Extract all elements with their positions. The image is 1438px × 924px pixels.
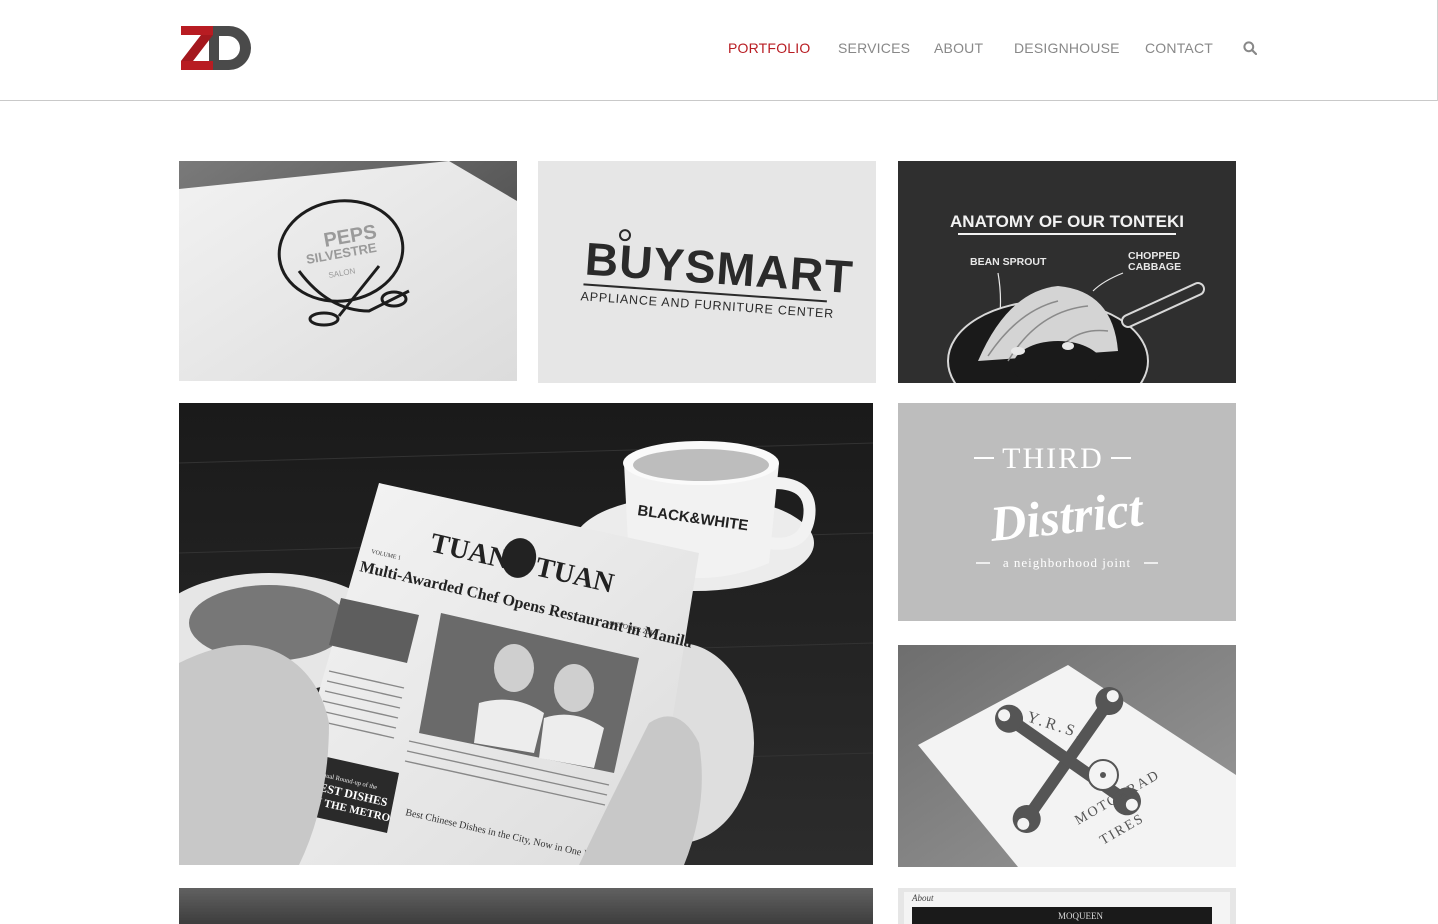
nav-designhouse[interactable]: DESIGNHOUSE: [1014, 38, 1120, 58]
third-district-image: THIRD District a neighborhood joint: [898, 403, 1236, 621]
site-header: PORTFOLIO SERVICES ABOUT DESIGNHOUSE CON…: [0, 0, 1438, 101]
portfolio-tile-yrs-motorrad[interactable]: Y.R.S. MOTORRAD TIRES: [898, 645, 1236, 867]
nav-contact[interactable]: CONTACT: [1145, 38, 1213, 58]
nav-portfolio[interactable]: PORTFOLIO: [728, 38, 810, 58]
nav-services[interactable]: SERVICES: [838, 38, 910, 58]
portfolio-tile-tonteki[interactable]: ANATOMY OF OUR TONTEKI BEAN SPROUT CHOPP…: [898, 161, 1236, 383]
search-icon[interactable]: [1243, 41, 1257, 55]
third-district-line3: a neighborhood joint: [1003, 555, 1131, 570]
bottom-left-image: [179, 888, 873, 924]
about-tag: About: [911, 893, 934, 903]
portfolio-tile-about[interactable]: About MOQUEEN: [898, 888, 1236, 924]
about-banner: MOQUEEN: [1058, 911, 1103, 921]
third-district-line1: THIRD: [1002, 442, 1104, 475]
buysmart-image: BUYSMART APPLIANCE AND FURNITURE CENTER: [538, 161, 876, 383]
tonteki-label-left: BEAN SPROUT: [970, 256, 1047, 268]
tuan-tuan-image: BLACK&WHITE TUAN TUAN VOLUME 1 OCTOBER 2…: [179, 403, 873, 865]
portfolio-tile-tuan-tuan[interactable]: BLACK&WHITE TUAN TUAN VOLUME 1 OCTOBER 2…: [179, 403, 873, 865]
tonteki-title: ANATOMY OF OUR TONTEKI: [950, 212, 1184, 231]
portfolio-tile-third-district[interactable]: THIRD District a neighborhood joint: [898, 403, 1236, 621]
portfolio-tile-buysmart[interactable]: BUYSMART APPLIANCE AND FURNITURE CENTER: [538, 161, 876, 383]
about-image: About MOQUEEN: [898, 888, 1236, 924]
peps-silvestre-image: PEPS SILVESTRE SALON: [179, 161, 517, 381]
main-nav: PORTFOLIO SERVICES ABOUT DESIGNHOUSE CON…: [0, 38, 1438, 58]
portfolio-tile-peps-silvestre[interactable]: PEPS SILVESTRE SALON: [179, 161, 517, 381]
nav-about[interactable]: ABOUT: [934, 38, 983, 58]
yrs-motorrad-image: Y.R.S. MOTORRAD TIRES: [898, 645, 1236, 867]
tonteki-label-right-2: CABBAGE: [1128, 261, 1181, 273]
tonteki-image: ANATOMY OF OUR TONTEKI BEAN SPROUT CHOPP…: [898, 161, 1236, 383]
portfolio-tile-bottom-left[interactable]: [179, 888, 873, 924]
